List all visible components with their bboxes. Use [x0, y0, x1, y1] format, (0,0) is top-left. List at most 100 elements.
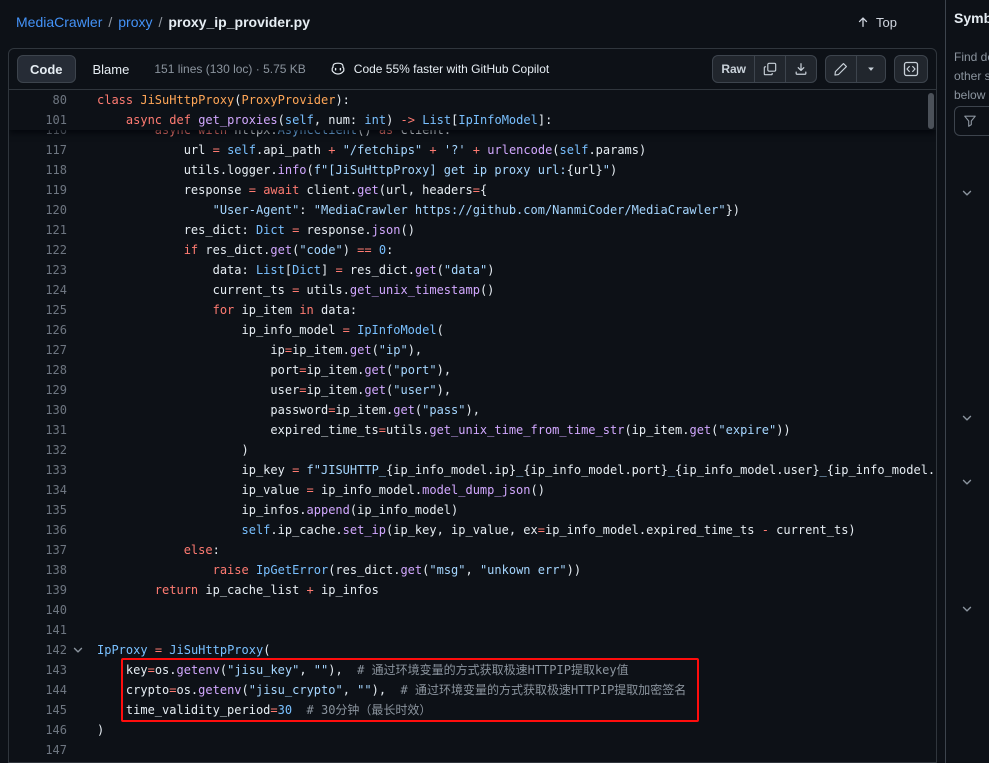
chevron-down-icon[interactable] — [960, 411, 974, 425]
code-line: 129 user=ip_item.get("user"), — [9, 380, 936, 400]
line-number[interactable]: 118 — [9, 160, 67, 180]
code-line: 132 ) — [9, 440, 936, 460]
code-blame-switch: Code Blame — [17, 55, 142, 83]
download-button[interactable] — [785, 55, 817, 83]
line-number[interactable]: 147 — [9, 740, 67, 760]
code-text: ) — [67, 720, 104, 740]
line-number[interactable]: 145 — [9, 700, 67, 720]
line-number[interactable]: 139 — [9, 580, 67, 600]
code-text: async def get_proxies(self, num: int) ->… — [67, 110, 552, 130]
code-text: IpProxy = JiSuHttpProxy( — [67, 640, 270, 660]
code-line: 130 password=ip_item.get("pass"), — [9, 400, 936, 420]
code-text: current_ts = utils.get_unix_timestamp() — [67, 280, 494, 300]
code-text: expired_time_ts=utils.get_unix_time_from… — [67, 420, 791, 440]
code-text: return ip_cache_list + ip_infos — [67, 580, 379, 600]
symbol-tree — [946, 0, 989, 763]
copilot-icon — [330, 61, 346, 77]
code-text: class JiSuHttpProxy(ProxyProvider): — [67, 90, 350, 110]
code-text: user=ip_item.get("user"), — [67, 380, 451, 400]
toolbar-left: Code Blame 151 lines (130 loc) · 5.75 KB… — [17, 55, 549, 83]
download-icon — [794, 62, 808, 76]
line-number[interactable]: 132 — [9, 440, 67, 460]
code-text: if res_dict.get("code") == 0: — [67, 240, 393, 260]
tab-blame[interactable]: Blame — [80, 55, 143, 83]
line-number[interactable]: 101 — [9, 110, 67, 130]
line-number[interactable]: 143 — [9, 660, 67, 680]
raw-button[interactable]: Raw — [712, 55, 755, 83]
code-line: 147 — [9, 740, 936, 760]
code-text: for ip_item in data: — [67, 300, 357, 320]
code-line: 126 ip_info_model = IpInfoModel( — [9, 320, 936, 340]
code-text: ) — [67, 440, 249, 460]
code-text: url = self.api_path + "/fetchips" + '?' … — [67, 140, 646, 160]
line-number[interactable]: 137 — [9, 540, 67, 560]
main-column: MediaCrawler/proxy/proxy_ip_provider.py … — [0, 0, 945, 763]
code-line: 80class JiSuHttpProxy(ProxyProvider): — [9, 90, 936, 110]
line-number[interactable]: 125 — [9, 300, 67, 320]
line-number[interactable]: 144 — [9, 680, 67, 700]
line-number[interactable]: 80 — [9, 90, 67, 110]
line-number[interactable]: 135 — [9, 500, 67, 520]
code-text: time_validity_period=30 # 30分钟（最长时效） — [67, 700, 431, 720]
breadcrumb-folder-link[interactable]: proxy — [118, 14, 152, 30]
copy-button[interactable] — [754, 55, 786, 83]
line-number[interactable]: 138 — [9, 560, 67, 580]
code-text: ip_key = f"JISUHTTP_{ip_info_model.ip}_{… — [67, 460, 936, 480]
code-text: key=os.getenv("jisu_key", ""), # 通过环境变量的… — [67, 660, 629, 680]
code-line: 125 for ip_item in data: — [9, 300, 936, 320]
chevron-down-icon[interactable] — [960, 475, 974, 489]
code-line: 141 — [9, 620, 936, 640]
line-number[interactable]: 127 — [9, 340, 67, 360]
line-number[interactable]: 122 — [9, 240, 67, 260]
breadcrumb-separator: / — [158, 14, 162, 30]
chevron-down-icon[interactable] — [960, 602, 974, 616]
code-line: 128 port=ip_item.get("port"), — [9, 360, 936, 380]
line-number[interactable]: 117 — [9, 140, 67, 160]
line-number[interactable]: 136 — [9, 520, 67, 540]
code-line: 142IpProxy = JiSuHttpProxy( — [9, 640, 936, 660]
line-number[interactable]: 126 — [9, 320, 67, 340]
back-to-top-button[interactable]: Top — [856, 15, 897, 30]
code-line: 131 expired_time_ts=utils.get_unix_time_… — [9, 420, 936, 440]
line-number[interactable]: 131 — [9, 420, 67, 440]
tab-code[interactable]: Code — [17, 55, 76, 83]
code-text: ip=ip_item.get("ip"), — [67, 340, 422, 360]
breadcrumb: MediaCrawler/proxy/proxy_ip_provider.py — [16, 14, 310, 30]
breadcrumb-repo-link[interactable]: MediaCrawler — [16, 14, 102, 30]
scrollbar-thumb[interactable] — [928, 93, 934, 129]
line-number[interactable]: 140 — [9, 600, 67, 620]
edit-button[interactable] — [825, 55, 857, 83]
code-line: 140 — [9, 600, 936, 620]
symbols-pane-toggle-button[interactable] — [894, 55, 928, 83]
code-text: self.ip_cache.set_ip(ip_key, ip_value, e… — [67, 520, 856, 540]
line-number[interactable]: 121 — [9, 220, 67, 240]
sticky-lines: 80class JiSuHttpProxy(ProxyProvider):101… — [9, 90, 936, 130]
code-text — [67, 740, 97, 760]
raw-copy-download-group: Raw — [712, 55, 817, 83]
code-text: ip_infos.append(ip_info_model) — [67, 500, 458, 520]
edit-dropdown-button[interactable] — [856, 55, 886, 83]
line-number[interactable]: 123 — [9, 260, 67, 280]
line-number[interactable]: 146 — [9, 720, 67, 740]
chevron-down-icon[interactable] — [960, 186, 974, 200]
line-number[interactable]: 119 — [9, 180, 67, 200]
code-line: 133 ip_key = f"JISUHTTP_{ip_info_model.i… — [9, 460, 936, 480]
line-number[interactable]: 129 — [9, 380, 67, 400]
line-number[interactable]: 124 — [9, 280, 67, 300]
file-view: Code Blame 151 lines (130 loc) · 5.75 KB… — [8, 48, 937, 763]
code-line: 138 raise IpGetError(res_dict.get("msg",… — [9, 560, 936, 580]
code-line: 127 ip=ip_item.get("ip"), — [9, 340, 936, 360]
line-number[interactable]: 128 — [9, 360, 67, 380]
line-number[interactable]: 142 — [9, 640, 67, 660]
code-text: port=ip_item.get("port"), — [67, 360, 451, 380]
code-area: 116 async with httpx.AsyncClient() as cl… — [9, 90, 936, 762]
line-number[interactable]: 120 — [9, 200, 67, 220]
line-number[interactable]: 141 — [9, 620, 67, 640]
code-lines: 116 async with httpx.AsyncClient() as cl… — [9, 120, 936, 760]
code-line: 119 response = await client.get(url, hea… — [9, 180, 936, 200]
line-number[interactable]: 130 — [9, 400, 67, 420]
code-text: crypto=os.getenv("jisu_crypto", ""), # 通… — [67, 680, 686, 700]
line-number[interactable]: 134 — [9, 480, 67, 500]
code-line: 143 key=os.getenv("jisu_key", ""), # 通过环… — [9, 660, 936, 680]
line-number[interactable]: 133 — [9, 460, 67, 480]
